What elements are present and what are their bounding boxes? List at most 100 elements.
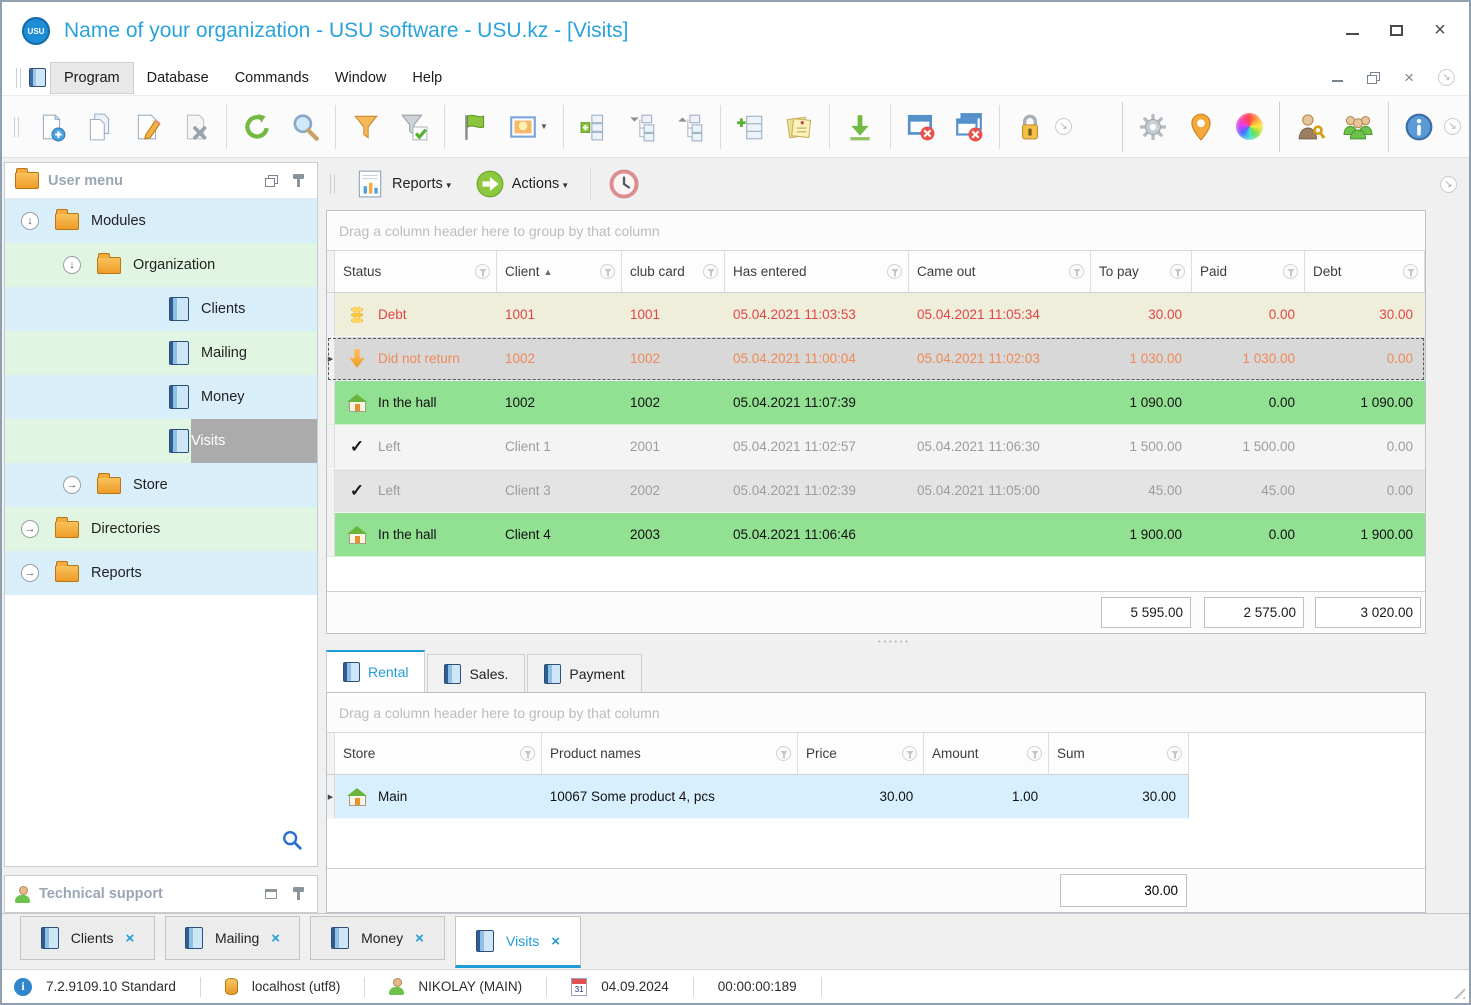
report-toolbar-grip[interactable]	[330, 174, 335, 194]
filter-funnel-icon[interactable]	[703, 264, 718, 279]
tree-item[interactable]: Modules	[5, 199, 317, 243]
actions-menu-button[interactable]: Actions ▼	[469, 165, 579, 203]
menu-item[interactable]: Window	[322, 63, 400, 93]
detail-tab[interactable]: Payment	[527, 654, 641, 692]
tab-close-icon[interactable]: ×	[271, 930, 280, 947]
technical-support-panel[interactable]: Technical support	[4, 875, 318, 913]
column-header[interactable]: Client ▲	[497, 251, 622, 292]
tree-expander-icon[interactable]	[21, 564, 39, 582]
panel-pin-button[interactable]	[289, 173, 307, 189]
filter-funnel-icon[interactable]	[1167, 746, 1182, 761]
tab-close-icon[interactable]: ×	[126, 930, 135, 947]
sidebar-search-button[interactable]	[281, 829, 303, 856]
filter-funnel-icon[interactable]	[1027, 746, 1042, 761]
menu-item[interactable]: Program	[50, 62, 134, 94]
reports-menu-button[interactable]: Reports ▼	[349, 165, 463, 203]
filter-button[interactable]	[343, 102, 389, 152]
tree-item[interactable]: Directories	[5, 507, 317, 551]
settings-button[interactable]	[1130, 102, 1176, 152]
tree-item[interactable]: Visits	[5, 419, 317, 463]
tree-item[interactable]: Mailing	[5, 331, 317, 375]
window-tab[interactable]: Mailing ×	[165, 916, 300, 960]
column-header[interactable]: Came out ▲	[909, 251, 1091, 292]
table-row[interactable]: In the hall 1002 1002 05.04.2021 11:07:3…	[327, 381, 1425, 425]
column-header[interactable]: Paid ▲	[1192, 251, 1305, 292]
toolbar-overflow-icon[interactable]: ↘	[1438, 69, 1455, 86]
filter-funnel-icon[interactable]	[1069, 264, 1084, 279]
mdi-close-button[interactable]: ×	[1404, 68, 1414, 88]
add-record-button[interactable]	[29, 102, 75, 152]
filter-funnel-icon[interactable]	[887, 264, 902, 279]
users-button[interactable]	[1335, 102, 1381, 152]
table-row[interactable]: Left Client 1 2001 05.04.2021 11:02:57 0…	[327, 425, 1425, 469]
notes-button[interactable]	[776, 102, 822, 152]
column-header[interactable]: Price	[798, 733, 924, 774]
tree-item[interactable]: Store	[5, 463, 317, 507]
mdi-minimize-button[interactable]	[1332, 74, 1343, 82]
edit-record-button[interactable]	[125, 102, 171, 152]
filter-funnel-icon[interactable]	[1403, 264, 1418, 279]
group-by-hint[interactable]: Drag a column header here to group by th…	[327, 693, 1425, 733]
collapse-tree-button[interactable]	[619, 102, 665, 152]
minimize-button[interactable]	[1341, 20, 1363, 40]
lock-button[interactable]	[1007, 102, 1053, 152]
column-header[interactable]: Has entered ▲	[725, 251, 909, 292]
menu-item[interactable]: Database	[134, 63, 222, 93]
tree-item[interactable]: Clients	[5, 287, 317, 331]
table-row[interactable]: Left Client 3 2002 05.04.2021 11:02:39 0…	[327, 469, 1425, 513]
expand-tree-button[interactable]	[667, 102, 713, 152]
table-row[interactable]: Main 10067 Some product 4, pcs 30.00 1.0…	[327, 775, 1189, 819]
filter-funnel-icon[interactable]	[776, 746, 791, 761]
mdi-restore-button[interactable]	[1367, 72, 1380, 84]
toolbar-overflow-icon[interactable]: ↘	[1440, 176, 1457, 193]
close-button[interactable]: ×	[1429, 20, 1451, 40]
export-button[interactable]	[837, 102, 883, 152]
filter-funnel-icon[interactable]	[475, 264, 490, 279]
tree-item[interactable]: Money	[5, 375, 317, 419]
tree-item[interactable]: Organization	[5, 243, 317, 287]
group-by-hint[interactable]: Drag a column header here to group by th…	[327, 211, 1425, 251]
tree-expander-icon[interactable]	[63, 476, 81, 494]
table-row[interactable]: Debt 1001 1001 05.04.2021 11:03:53 05.04…	[327, 293, 1425, 337]
panel-pin-button[interactable]	[289, 886, 307, 902]
resize-grip[interactable]	[1451, 985, 1465, 999]
close-window-button[interactable]	[898, 102, 944, 152]
toolbar-overflow-icon[interactable]: ↘	[1444, 118, 1461, 135]
flag-button[interactable]	[452, 102, 498, 152]
close-all-windows-button[interactable]	[946, 102, 992, 152]
maximize-button[interactable]	[1385, 20, 1407, 40]
menu-item[interactable]: Help	[399, 63, 455, 93]
filter-funnel-icon[interactable]	[1170, 264, 1185, 279]
toolbar-overflow-icon[interactable]: ↘	[1055, 118, 1072, 135]
detail-tab[interactable]: Rental	[326, 650, 425, 692]
refresh-button[interactable]	[234, 102, 280, 152]
table-row[interactable]: Did not return 1002 1002 05.04.2021 11:0…	[327, 337, 1425, 381]
delete-record-button[interactable]	[173, 102, 219, 152]
tree-expander-icon[interactable]	[21, 520, 39, 538]
table-row[interactable]: In the hall Client 4 2003 05.04.2021 11:…	[327, 513, 1425, 557]
column-header[interactable]: Store	[335, 733, 542, 774]
location-button[interactable]	[1178, 102, 1224, 152]
tree-expander-icon[interactable]	[63, 256, 81, 274]
menu-item[interactable]: Commands	[222, 63, 322, 93]
time-button[interactable]	[602, 164, 646, 204]
window-tab[interactable]: Visits ×	[455, 916, 581, 968]
column-header[interactable]: club card ▲	[622, 251, 725, 292]
detail-tab[interactable]: Sales.	[427, 654, 525, 692]
column-header[interactable]: Debt ▲	[1305, 251, 1425, 292]
column-header[interactable]: Status ▲	[335, 251, 497, 292]
user-rights-button[interactable]	[1287, 102, 1333, 152]
add-table-button[interactable]	[728, 102, 774, 152]
column-header[interactable]: Sum	[1049, 733, 1189, 774]
tree-item[interactable]: Reports	[5, 551, 317, 595]
image-button[interactable]: ▼	[500, 102, 556, 152]
menu-grip[interactable]	[16, 68, 21, 88]
column-header[interactable]: Amount	[924, 733, 1049, 774]
column-header[interactable]: To pay ▲	[1091, 251, 1192, 292]
toolbar-grip[interactable]	[14, 117, 19, 137]
horizontal-splitter[interactable]	[326, 634, 1463, 650]
panel-float-button[interactable]	[262, 173, 280, 189]
window-tab[interactable]: Money ×	[310, 916, 445, 960]
filter-funnel-icon[interactable]	[600, 264, 615, 279]
tab-close-icon[interactable]: ×	[551, 933, 560, 950]
